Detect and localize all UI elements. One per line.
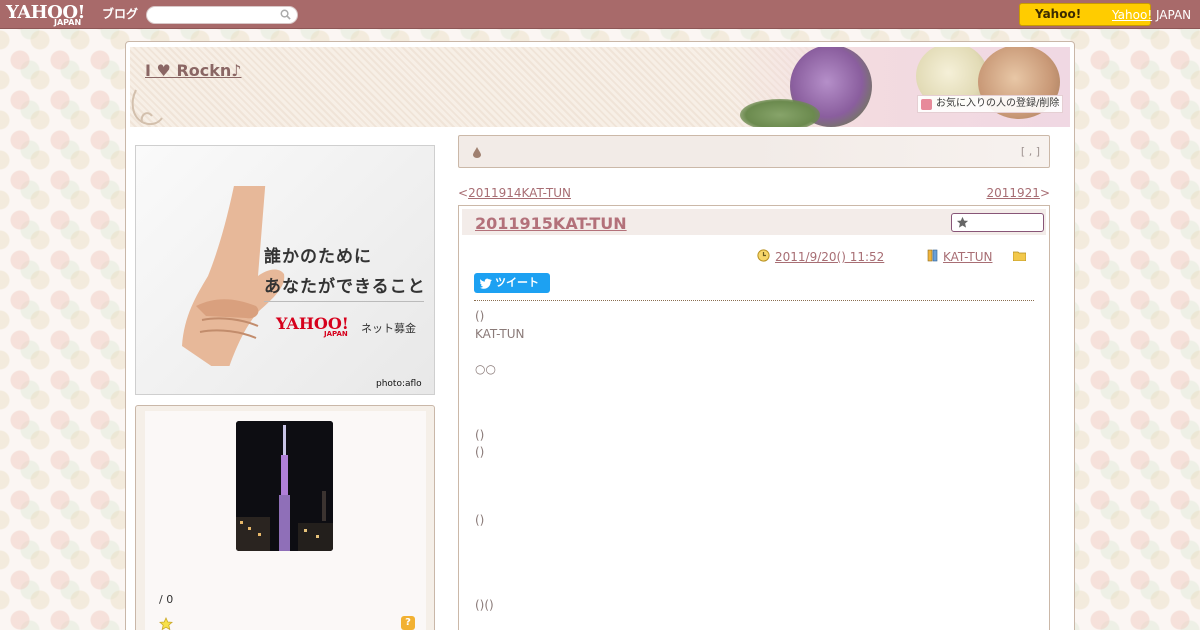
body-line: (): [475, 445, 485, 459]
body-line: KAT-TUN: [475, 327, 525, 341]
profile-photo[interactable]: [236, 421, 333, 551]
favorite-link-label: お気に入りの人の登録/削除: [936, 98, 1060, 109]
ad-line1: 誰かのために: [264, 247, 372, 267]
drop-icon: [473, 147, 481, 158]
tweet-button[interactable]: ツイート: [474, 273, 550, 293]
swirl-ornament-icon: [131, 89, 163, 126]
profile-count: / 0: [159, 593, 174, 606]
yahoo-japan-link[interactable]: Yahoo! JAPAN: [1112, 8, 1191, 22]
logo-japan-text: JAPAN: [54, 18, 82, 27]
donation-ad-banner[interactable]: 誰かのために あなたができること YAHOO! JAPAN ネット募金 phot…: [135, 145, 435, 395]
body-line: (): [475, 428, 485, 442]
clock-icon: [757, 249, 770, 262]
search-box[interactable]: [146, 6, 298, 24]
ad-yahoo-japan: JAPAN: [324, 330, 348, 338]
article-divider: [474, 300, 1034, 301]
yahoo-japan-link-a: Yahoo!: [1112, 8, 1153, 22]
ad-divider: [264, 301, 424, 302]
blog-header: [130, 47, 1070, 127]
ad-service-label: ネット募金: [361, 322, 416, 335]
search-input[interactable]: [155, 9, 275, 21]
body-line: ○○: [475, 362, 496, 376]
next-arrow: >: [1039, 186, 1050, 200]
tower-night-image: [236, 421, 333, 551]
prev-arrow: <: [458, 186, 469, 200]
favorite-register-link[interactable]: お気に入りの人の登録/削除: [917, 95, 1063, 113]
blog-title[interactable]: I ♥ Rockn♪: [145, 61, 241, 80]
article-date[interactable]: 2011/9/20() 11:52: [775, 250, 884, 264]
star-icon: [956, 216, 969, 228]
search-icon[interactable]: [280, 9, 291, 20]
leaf: [740, 99, 820, 127]
next-post-link[interactable]: 2011921: [986, 186, 1039, 200]
prev-post-link[interactable]: 2011914KAT-TUN: [468, 186, 571, 200]
logo-blog-text: ブログ: [102, 7, 139, 21]
body-line: (): [475, 309, 485, 323]
help-icon[interactable]: ?: [401, 616, 415, 630]
top-bar: YAHOO! JAPAN ブログ Yahoo! Yahoo! JAPAN: [0, 0, 1200, 29]
category-bar-text: [ , ]: [1020, 145, 1040, 158]
category-book-icon: [927, 249, 938, 262]
yahoo-button-label: Yahoo!: [1035, 7, 1082, 21]
heart-icon: [921, 99, 932, 110]
article-favorite-button[interactable]: [951, 213, 1044, 232]
yahoo-blog-logo[interactable]: YAHOO! JAPAN ブログ: [6, 2, 142, 28]
ad-photo-credit: photo:aflo: [376, 379, 422, 389]
article-title-bar: 2011915KAT-TUN: [462, 209, 1046, 235]
article: 2011915KAT-TUN 2011/9/20() 11:52 KAT-TUN…: [458, 205, 1050, 630]
article-title[interactable]: 2011915KAT-TUN: [475, 214, 627, 233]
yahoo-japan-link-b: JAPAN: [1152, 8, 1192, 22]
body-line: (): [475, 513, 485, 527]
twitter-bird-icon: [480, 278, 492, 289]
ad-line2: あなたができること: [264, 277, 426, 297]
profile-inner: / 0 ?: [145, 411, 426, 630]
profile-box: / 0 ?: [135, 405, 435, 630]
star-icon[interactable]: [159, 617, 173, 630]
body-line: ()(): [475, 598, 494, 612]
category-bar: [ , ]: [458, 135, 1050, 168]
next-post-nav: 2011921>: [986, 186, 1050, 200]
article-category-link[interactable]: KAT-TUN: [943, 250, 992, 264]
folder-icon[interactable]: [1013, 250, 1026, 261]
prev-post-nav: <2011914KAT-TUN: [458, 186, 571, 200]
tweet-label: ツイート: [495, 276, 539, 289]
